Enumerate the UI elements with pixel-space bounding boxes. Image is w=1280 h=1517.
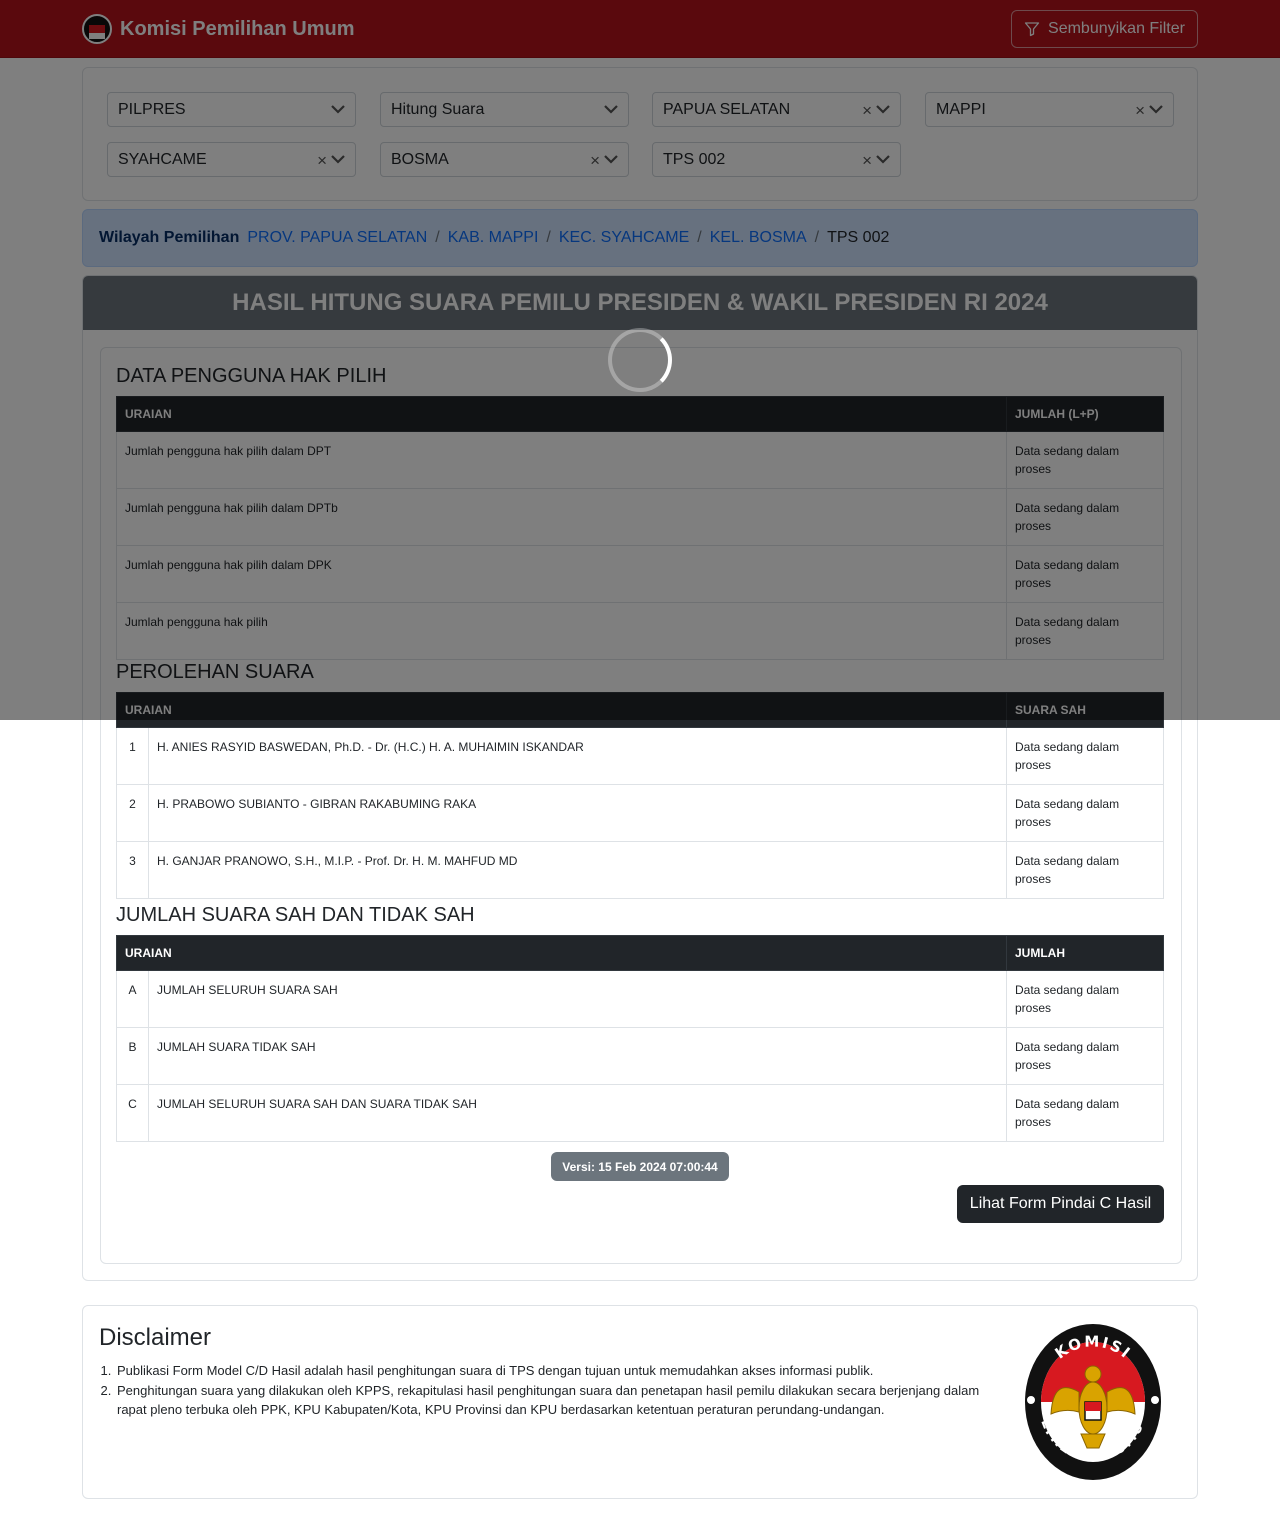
table-row: B JUMLAH SUARA TIDAK SAH Data sedang dal… [116,1027,1164,1085]
table-row: A JUMLAH SELURUH SUARA SAH Data sedang d… [116,970,1164,1028]
row-value: Data sedang dalam proses [1006,727,1164,785]
vote-total-title: JUMLAH SUARA SAH DAN TIDAK SAH [116,904,475,926]
table-row: 3 H. GANJAR PRANOWO, S.H., M.I.P. - Prof… [116,841,1164,899]
row-number: A [116,970,149,1028]
disclaimer-card: Disclaimer Publikasi Form Model C/D Hasi… [82,1305,1198,1499]
row-value: Data sedang dalam proses [1006,1027,1164,1085]
row-number: 3 [116,841,149,899]
loading-overlay [0,0,1280,720]
row-number: 2 [116,784,149,842]
table-header-row: URAIAN JUMLAH [116,935,1164,971]
vote-results-table: URAIAN SUARA SAH 1 H. ANIES RASYID BASWE… [116,692,1164,899]
kpu-emblem-icon: KOMISI PEMILIHAN UMUM [1023,1322,1161,1480]
version-badge: Versi: 15 Feb 2024 07:00:44 [551,1152,729,1181]
table-row: C JUMLAH SELURUH SUARA SAH DAN SUARA TID… [116,1084,1164,1142]
row-value: Data sedang dalam proses [1006,970,1164,1028]
row-label: H. GANJAR PRANOWO, S.H., M.I.P. - Prof. … [148,841,1007,899]
list-item: Publikasi Form Model C/D Hasil adalah ha… [115,1361,995,1381]
spinner-icon [608,328,672,392]
row-value: Data sedang dalam proses [1006,784,1164,842]
list-item: Penghitungan suara yang dilakukan oleh K… [115,1381,995,1420]
row-label: JUMLAH SUARA TIDAK SAH [148,1027,1007,1085]
disclaimer-title: Disclaimer [99,1324,212,1351]
view-scan-form-button[interactable]: Lihat Form Pindai C Hasil [957,1185,1164,1223]
row-label: H. PRABOWO SUBIANTO - GIBRAN RAKABUMING … [148,784,1007,842]
table-row: 2 H. PRABOWO SUBIANTO - GIBRAN RAKABUMIN… [116,784,1164,842]
column-header-jumlah: JUMLAH [1006,935,1164,971]
row-label: JUMLAH SELURUH SUARA SAH DAN SUARA TIDAK… [148,1084,1007,1142]
table-row: 1 H. ANIES RASYID BASWEDAN, Ph.D. - Dr. … [116,727,1164,785]
row-value: Data sedang dalam proses [1006,841,1164,899]
row-value: Data sedang dalam proses [1006,1084,1164,1142]
vote-total-table: URAIAN JUMLAH A JUMLAH SELURUH SUARA SAH… [116,935,1164,1142]
column-header-uraian: URAIAN [116,935,1007,971]
disclaimer-list: Publikasi Form Model C/D Hasil adalah ha… [115,1361,995,1420]
row-label: JUMLAH SELURUH SUARA SAH [148,970,1007,1028]
row-number: B [116,1027,149,1085]
row-number: C [116,1084,149,1142]
row-number: 1 [116,727,149,785]
row-label: H. ANIES RASYID BASWEDAN, Ph.D. - Dr. (H… [148,727,1007,785]
